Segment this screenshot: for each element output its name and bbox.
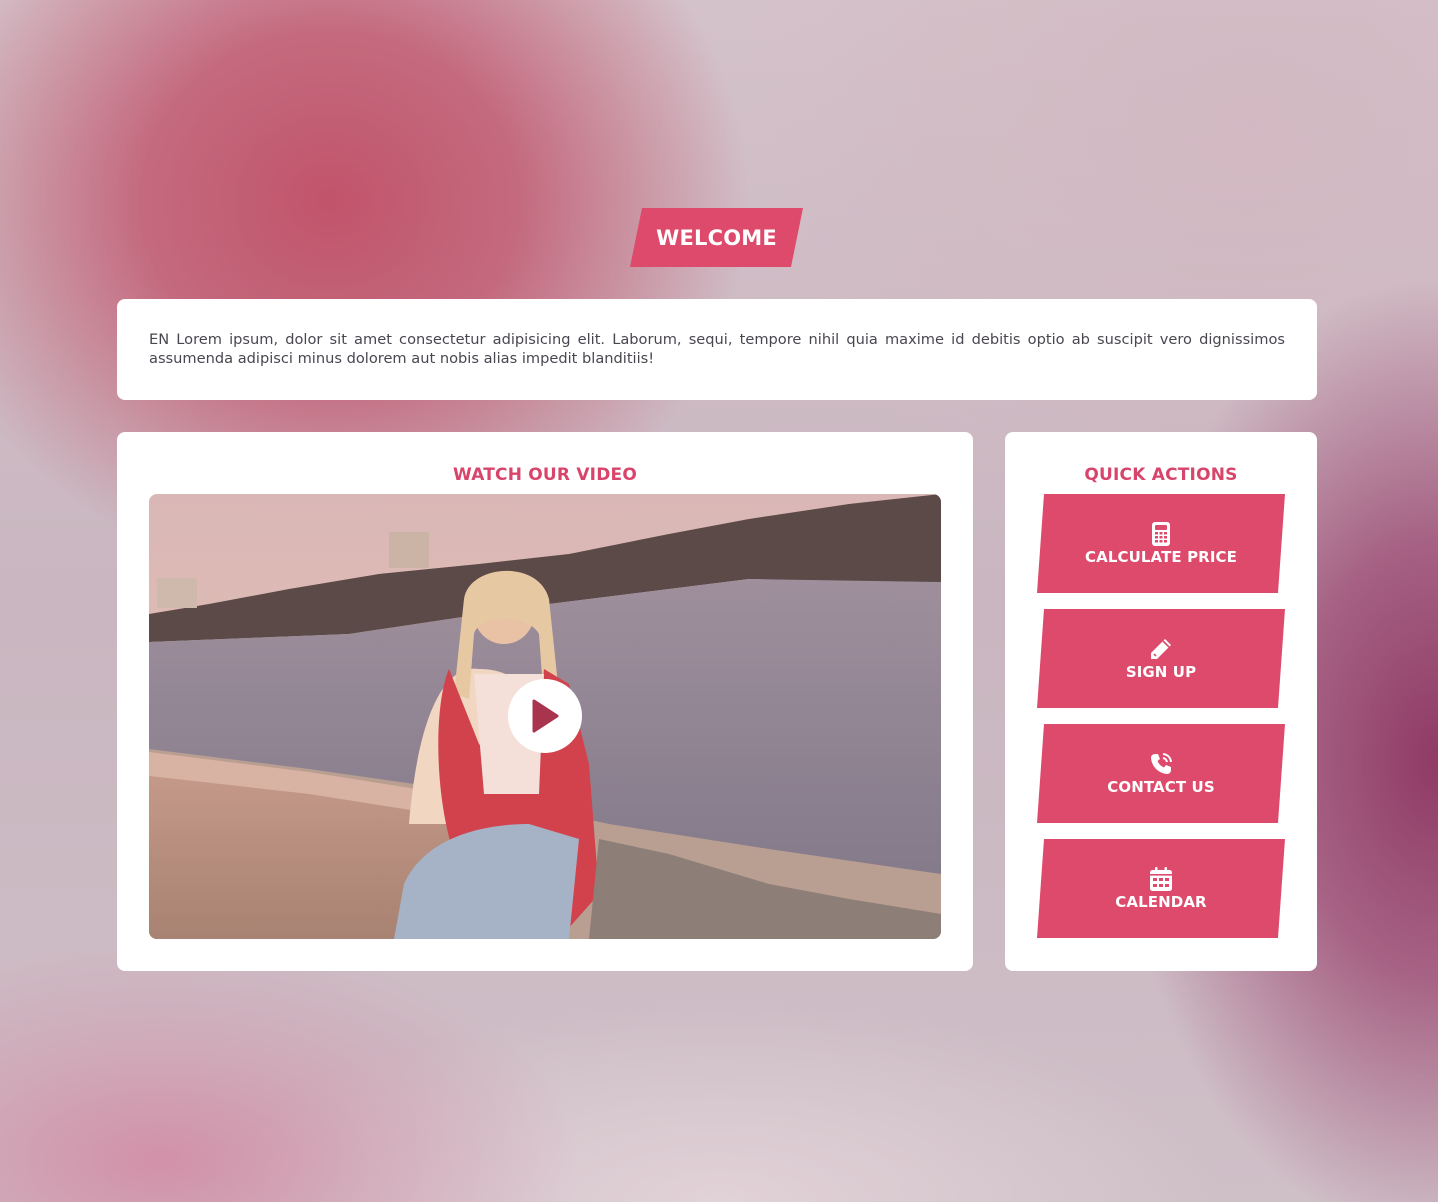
welcome-badge: WELCOME <box>630 208 803 267</box>
quick-actions-title: QUICK ACTIONS <box>1084 465 1238 485</box>
video-card: WATCH OUR VIDEO <box>117 432 973 971</box>
calendar-icon <box>1150 867 1172 891</box>
calculate-price-label: CALCULATE PRICE <box>1085 547 1237 566</box>
pencil-icon <box>1149 637 1173 661</box>
sign-up-button[interactable]: SIGN UP <box>1037 609 1285 708</box>
calculate-price-button[interactable]: CALCULATE PRICE <box>1037 494 1285 593</box>
contact-us-button[interactable]: CONTACT US <box>1037 724 1285 823</box>
welcome-label: WELCOME <box>656 225 777 250</box>
play-button[interactable] <box>508 679 582 753</box>
calendar-button[interactable]: CALENDAR <box>1037 839 1285 938</box>
intro-text: EN Lorem ipsum, dolor sit amet consectet… <box>149 331 1285 367</box>
contact-us-label: CONTACT US <box>1107 777 1215 796</box>
video-title: WATCH OUR VIDEO <box>453 465 637 485</box>
phone-icon <box>1149 752 1173 776</box>
intro-card: EN Lorem ipsum, dolor sit amet consectet… <box>117 299 1317 400</box>
sign-up-label: SIGN UP <box>1125 662 1197 681</box>
video-player[interactable] <box>149 494 941 939</box>
calendar-label: CALENDAR <box>1115 892 1207 911</box>
quick-actions-card: QUICK ACTIONS CALCULATE PRICE SIGN UP CO… <box>1005 432 1317 971</box>
calculator-icon <box>1152 522 1170 546</box>
play-icon <box>532 699 559 733</box>
